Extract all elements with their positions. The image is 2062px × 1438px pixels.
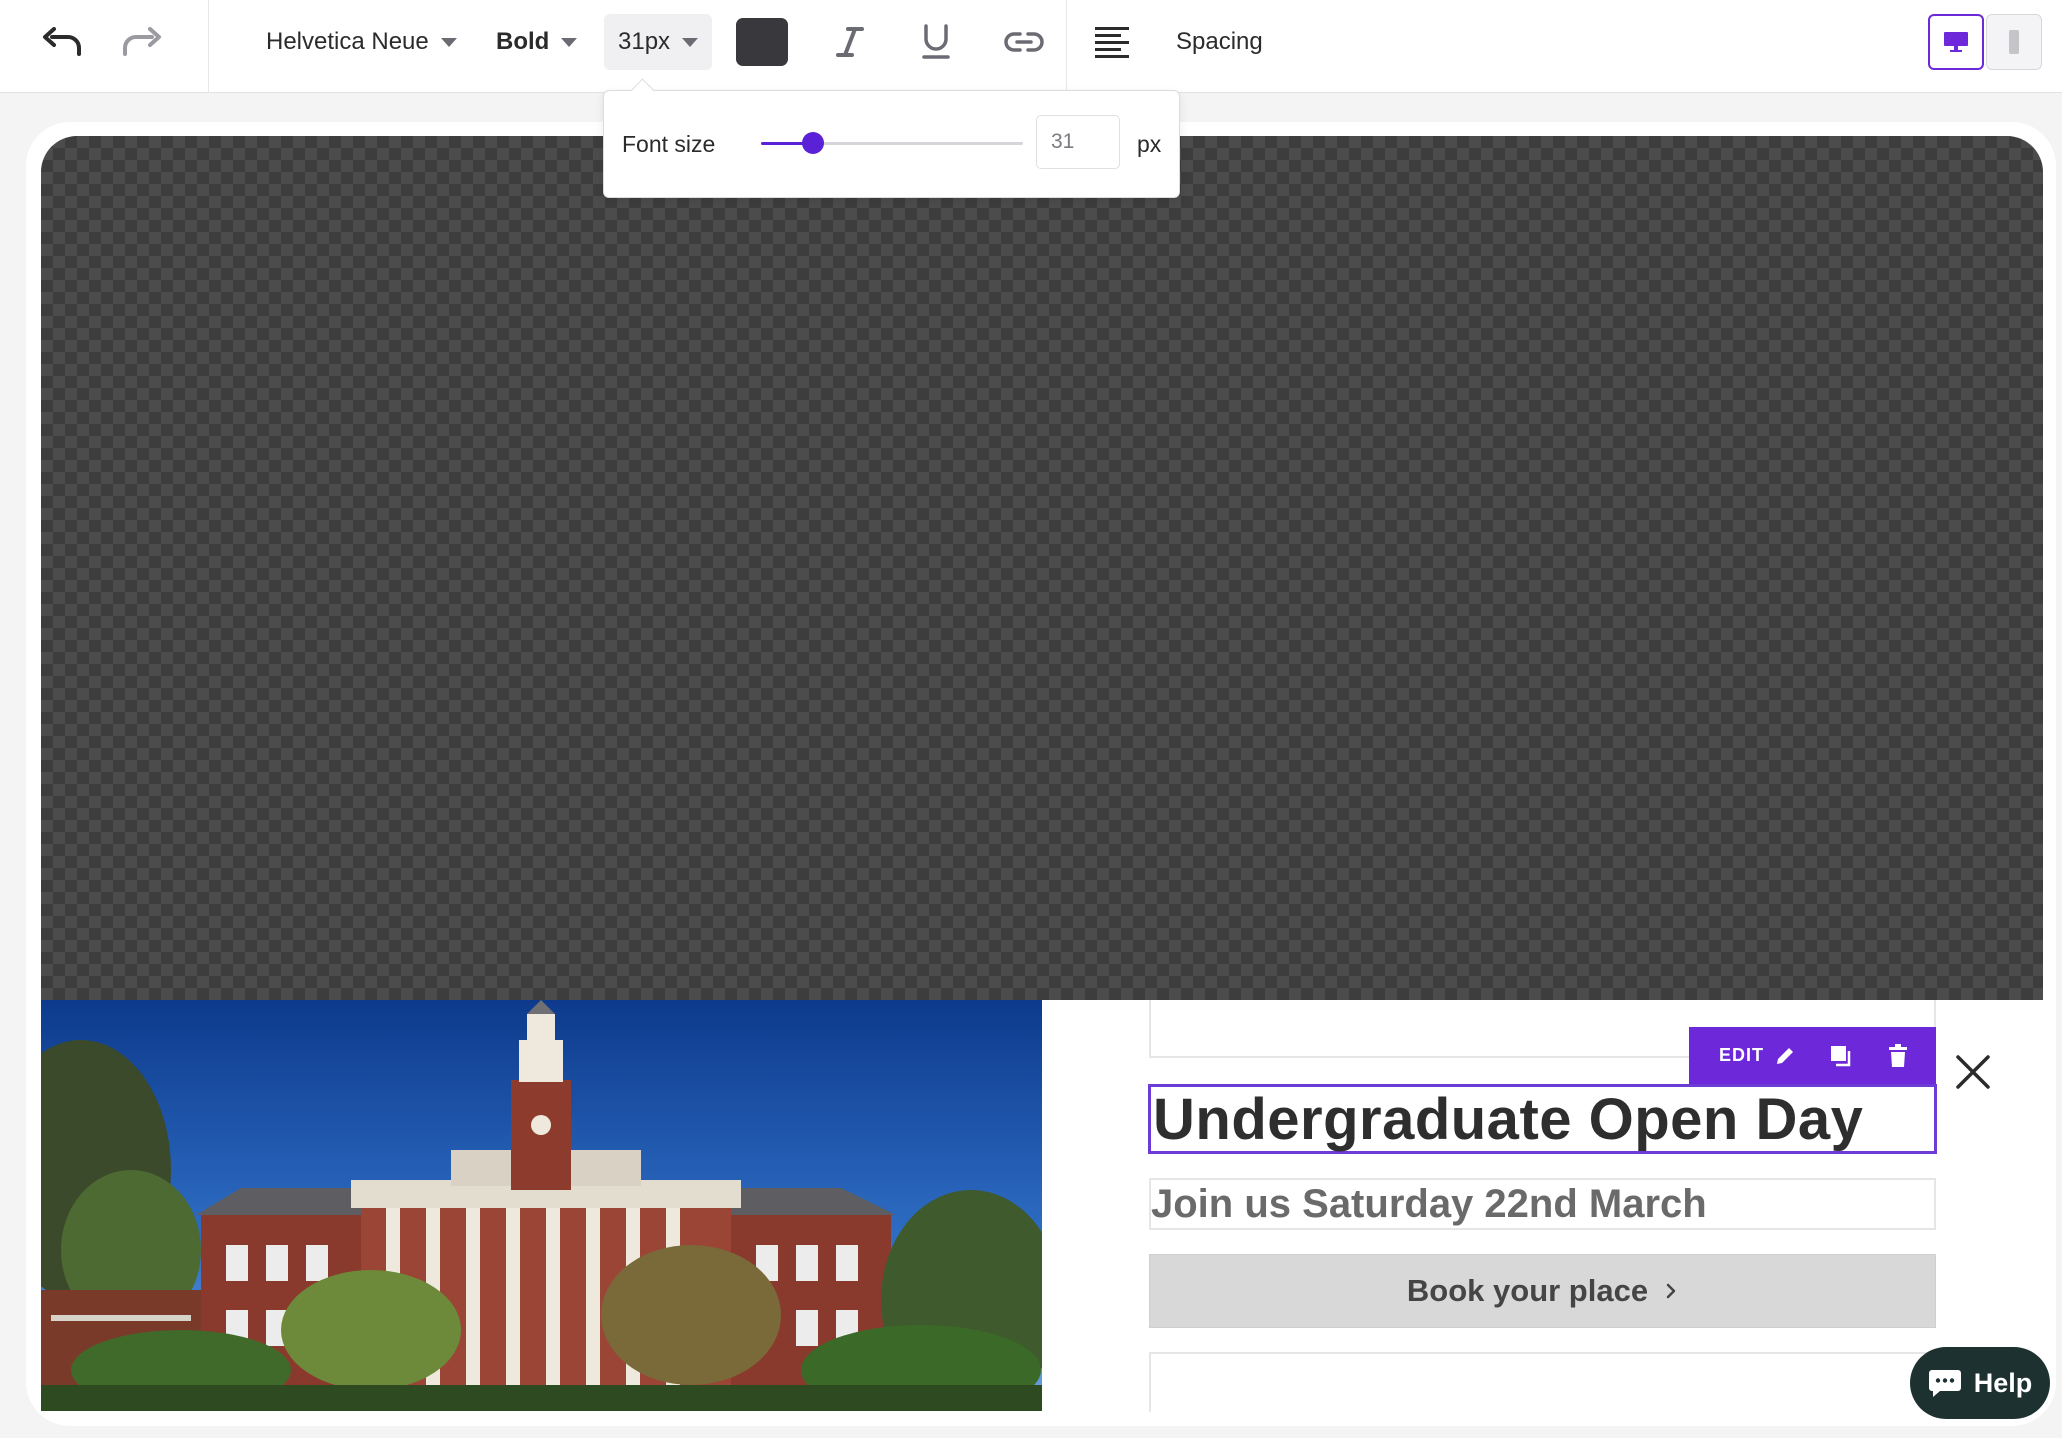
edit-label: EDIT — [1719, 1045, 1765, 1065]
chevron-down-icon — [561, 37, 578, 47]
font-size-unit: px — [1137, 131, 1162, 157]
trash-icon — [1888, 1043, 1907, 1067]
underline-button[interactable] — [908, 14, 964, 70]
font-size-popover: Font size px — [603, 78, 1180, 198]
font-size-input[interactable] — [1036, 115, 1120, 169]
mobile-icon — [2009, 30, 2019, 54]
slider-thumb[interactable] — [802, 132, 825, 154]
close-icon — [1956, 1055, 1990, 1089]
edit-button[interactable]: EDIT — [1689, 1027, 1796, 1084]
duplicate-button[interactable] — [1812, 1027, 1869, 1084]
pencil-icon — [1777, 1047, 1794, 1064]
toolbar-divider — [1066, 0, 1067, 92]
underline-icon — [922, 24, 950, 59]
link-icon — [1004, 32, 1044, 52]
delete-button[interactable] — [1869, 1027, 1926, 1084]
font-size-label: Font size — [622, 131, 716, 157]
chat-icon — [1928, 1370, 1961, 1397]
redo-button[interactable] — [114, 14, 170, 70]
mobile-view-button[interactable] — [1986, 14, 2042, 70]
link-button[interactable] — [996, 14, 1052, 70]
font-size-dropdown[interactable]: 31px — [604, 14, 713, 70]
italic-icon — [836, 27, 864, 57]
font-family-value: Helvetica Neue — [266, 28, 429, 55]
building-illustration — [41, 1000, 1042, 1411]
chevron-right-icon — [1666, 1283, 1676, 1299]
font-size-value: 31px — [618, 28, 671, 55]
font-weight-value: Bold — [496, 28, 550, 55]
transparent-background-area[interactable] — [41, 136, 2043, 1000]
font-family-dropdown[interactable]: Helvetica Neue — [266, 14, 457, 70]
empty-block-bottom[interactable] — [1149, 1352, 1936, 1412]
undo-button[interactable] — [34, 14, 90, 70]
editor-toolbar: Helvetica Neue Bold 31px Spacing — [0, 0, 2062, 93]
text-color-button[interactable] — [736, 18, 788, 66]
italic-button[interactable] — [822, 14, 878, 70]
toolbar-divider — [208, 0, 209, 92]
spacing-label: Spacing — [1176, 28, 1263, 55]
align-left-icon — [1095, 27, 1129, 58]
desktop-icon — [1944, 32, 1968, 52]
undo-icon — [43, 27, 81, 56]
campus-building-image[interactable] — [41, 1000, 1042, 1411]
font-size-slider[interactable] — [761, 132, 1023, 154]
text-align-button[interactable] — [1084, 14, 1140, 70]
book-your-place-button[interactable]: Book your place — [1149, 1254, 1936, 1328]
subheading-text[interactable]: Join us Saturday 22nd March — [1151, 1182, 1707, 1227]
color-swatch — [736, 18, 788, 66]
font-weight-dropdown[interactable]: Bold — [496, 14, 578, 70]
help-label: Help — [1973, 1367, 2033, 1398]
close-button[interactable] — [1953, 1052, 1993, 1092]
element-toolbar: EDIT — [1689, 1027, 1936, 1084]
cta-label: Book your place — [1406, 1273, 1649, 1308]
heading-text[interactable]: Undergraduate Open Day — [1153, 1086, 1863, 1153]
redo-icon — [123, 27, 161, 56]
help-button[interactable]: Help — [1910, 1347, 2050, 1419]
desktop-view-button[interactable] — [1928, 14, 1984, 70]
chevron-down-icon — [682, 37, 699, 47]
spacing-button[interactable]: Spacing — [1176, 14, 1263, 70]
heading-block[interactable]: Undergraduate Open Day — [1148, 1084, 1937, 1154]
chevron-down-icon — [440, 37, 457, 47]
subheading-block[interactable]: Join us Saturday 22nd March — [1149, 1178, 1936, 1230]
duplicate-icon — [1830, 1045, 1850, 1066]
